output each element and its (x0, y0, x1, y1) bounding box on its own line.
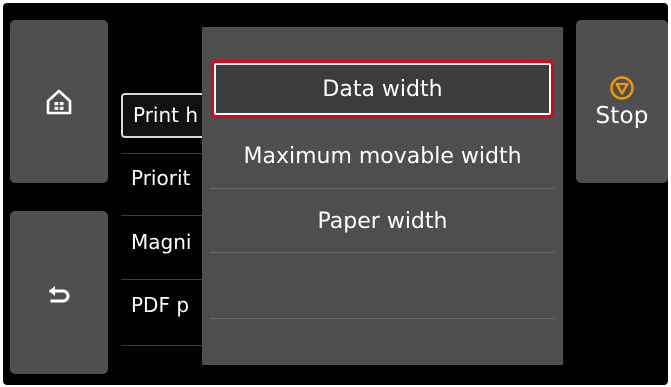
width-options-popup: Data width Maximum movable width Paper w… (202, 27, 563, 365)
home-button[interactable] (10, 20, 108, 183)
divider (210, 188, 555, 189)
settings-item-print[interactable]: Print h (121, 93, 206, 138)
printer-touchscreen: Stop Print h Priorit Magni PDF p Data wi… (0, 0, 671, 387)
option-maximum-movable-width[interactable]: Maximum movable width (210, 126, 555, 186)
stop-icon (610, 75, 634, 100)
option-label: Paper width (317, 208, 448, 234)
settings-item-label: PDF p (131, 293, 190, 317)
settings-item-priority[interactable]: Priorit (121, 156, 206, 201)
display-panel: Stop Print h Priorit Magni PDF p Data wi… (3, 3, 668, 385)
option-paper-width[interactable]: Paper width (210, 191, 555, 251)
option-label: Data width (322, 76, 443, 102)
back-button[interactable] (10, 211, 108, 374)
settings-item-label: Priorit (131, 166, 191, 190)
stop-button[interactable]: Stop (576, 20, 668, 183)
divider (121, 215, 206, 216)
stop-label: Stop (595, 102, 649, 129)
back-arrow-icon (49, 285, 70, 302)
divider (210, 252, 555, 253)
settings-item-magnification[interactable]: Magni (121, 220, 206, 265)
home-icon (46, 89, 72, 114)
settings-item-label: Print h (133, 103, 199, 127)
settings-list: Print h Priorit Magni PDF p (121, 83, 206, 351)
divider (121, 153, 206, 154)
divider (210, 318, 555, 319)
divider (121, 279, 206, 280)
option-data-width[interactable]: Data width (211, 60, 554, 118)
settings-item-pdf[interactable]: PDF p (121, 283, 206, 328)
settings-item-label: Magni (131, 230, 192, 254)
divider (121, 345, 206, 346)
option-label: Maximum movable width (243, 143, 522, 169)
